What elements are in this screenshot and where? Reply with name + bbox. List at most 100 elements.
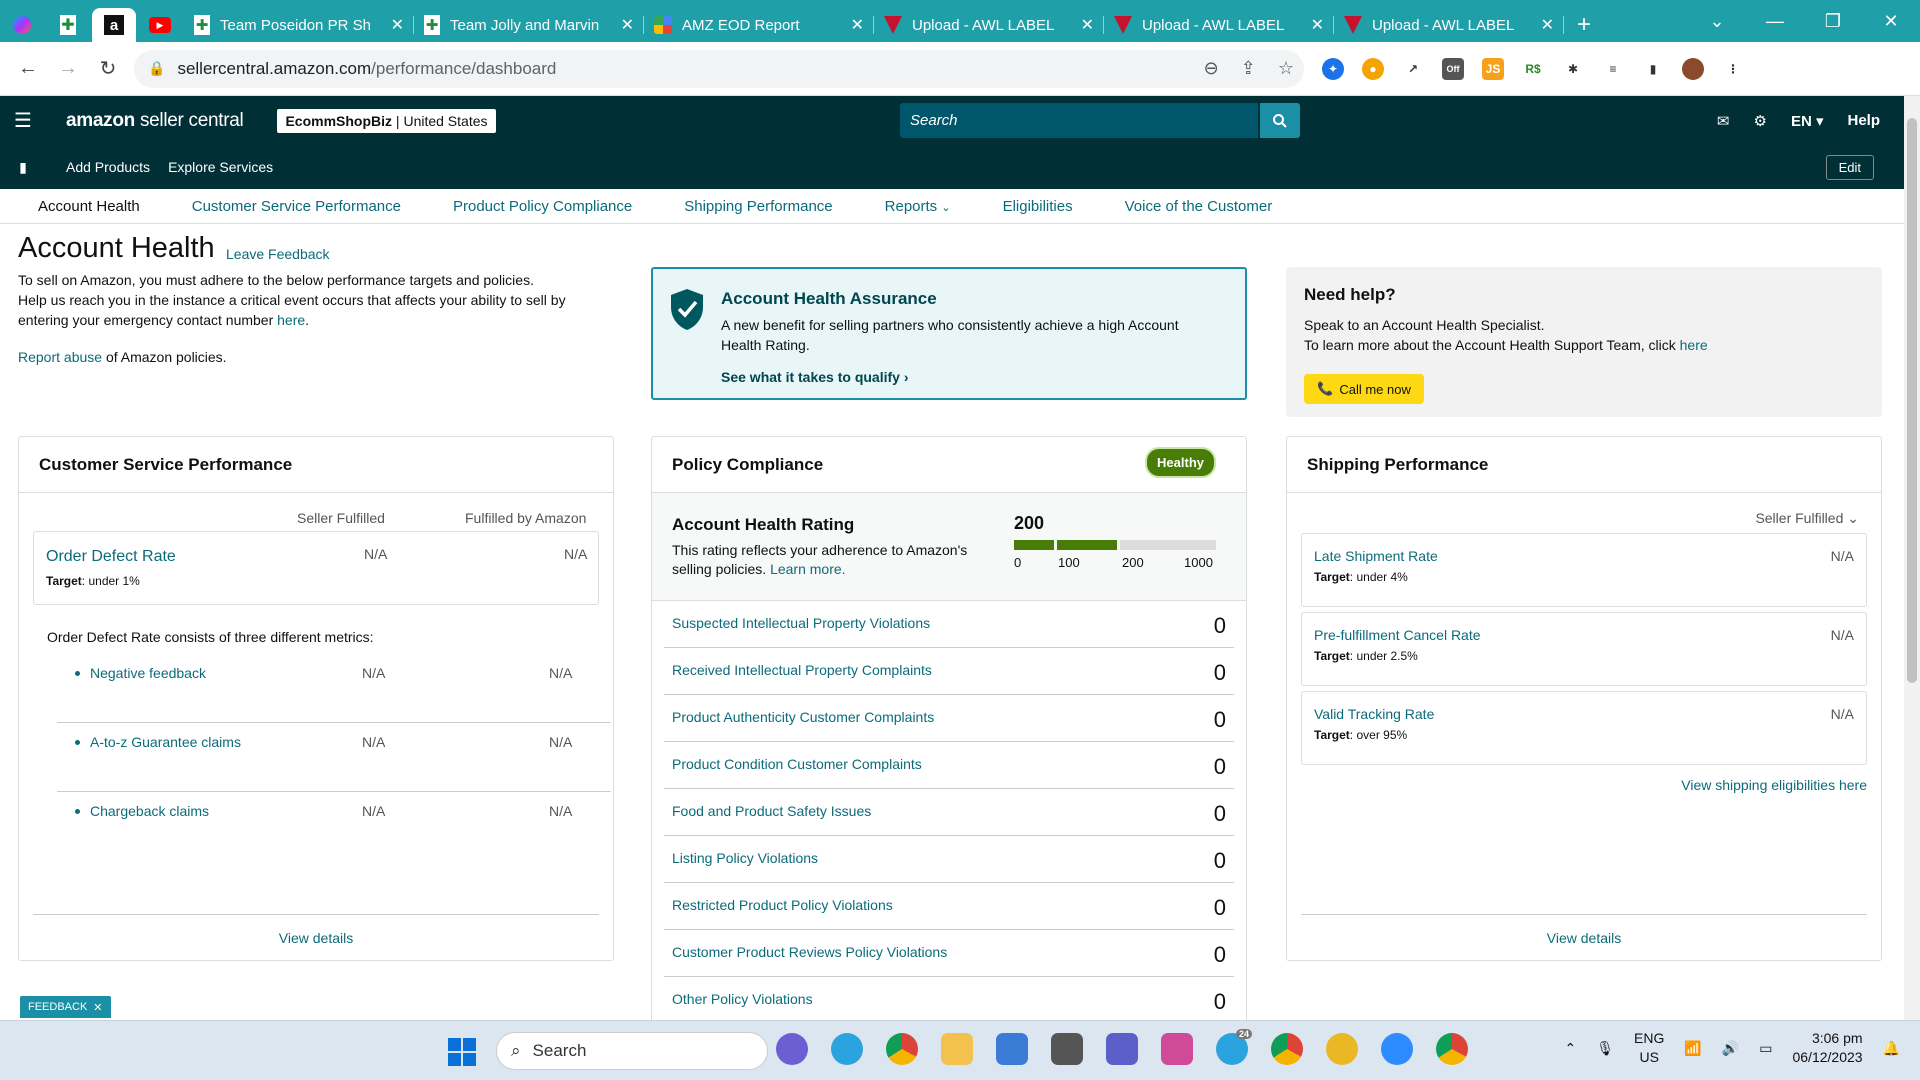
reload-icon[interactable]: ↻ [88, 49, 128, 89]
extension-icon[interactable]: R$ [1522, 58, 1544, 80]
help-link[interactable]: Help [1847, 112, 1880, 129]
support-team-link[interactable]: here [1680, 337, 1708, 353]
tab-eligibilities[interactable]: Eligibilities [1003, 198, 1073, 215]
tab-product-policy-compliance[interactable]: Product Policy Compliance [453, 198, 632, 215]
extension-icon[interactable]: Off [1442, 57, 1464, 80]
app-icon[interactable] [1326, 1033, 1358, 1065]
leave-feedback-link[interactable]: Leave Feedback [226, 246, 330, 262]
browser-tab[interactable]: Upload - AWL LABEL ✕ [1104, 8, 1334, 42]
search-button[interactable] [1260, 103, 1300, 138]
learn-more-link[interactable]: Learn more. [770, 561, 845, 577]
store-selector[interactable]: EcommShopBiz | United States [277, 108, 496, 133]
bookmark-star-icon[interactable]: ☆ [1278, 58, 1294, 79]
clock[interactable]: 3:06 pm 06/12/2023 [1792, 1029, 1862, 1067]
close-tab-icon[interactable]: ✕ [1081, 15, 1094, 35]
sidepanel-icon[interactable]: ▮ [1642, 58, 1664, 80]
battery-icon[interactable]: ▭ [1759, 1040, 1772, 1057]
chrome-icon[interactable] [1436, 1033, 1468, 1065]
cancel-rate-link[interactable]: Pre-fulfillment Cancel Rate [1314, 627, 1481, 643]
policy-link[interactable]: Food and Product Safety Issues [672, 803, 871, 819]
edit-button[interactable]: Edit [1825, 154, 1874, 180]
snipping-tool-icon[interactable] [1161, 1033, 1193, 1065]
tab-customer-service-performance[interactable]: Customer Service Performance [192, 198, 401, 215]
taskbar-search[interactable]: ⌕ Search [496, 1032, 768, 1070]
file-explorer-icon[interactable] [941, 1033, 973, 1065]
notification-bell-icon[interactable]: 🔔 [1883, 1040, 1900, 1057]
tab-reports[interactable]: Reports ⌄ [885, 198, 951, 215]
logo[interactable]: amazon seller central [66, 110, 244, 132]
forward-icon[interactable]: → [48, 49, 88, 89]
report-abuse-link[interactable]: Report abuse [18, 349, 102, 365]
shipping-eligibilities-link[interactable]: View shipping eligibilities here [1681, 777, 1867, 793]
qualify-link[interactable]: See what it takes to qualify › [721, 369, 909, 385]
mail-icon[interactable]: ✉ [1717, 112, 1730, 130]
close-tab-icon[interactable]: ✕ [1311, 15, 1324, 35]
tab-shipping-performance[interactable]: Shipping Performance [684, 198, 832, 215]
emergency-contact-link[interactable]: here [277, 312, 305, 328]
policy-link[interactable]: Listing Policy Violations [672, 850, 818, 866]
order-defect-rate-link[interactable]: Order Defect Rate [46, 548, 176, 566]
zoom-icon[interactable] [1381, 1033, 1413, 1065]
policy-link[interactable]: Customer Product Reviews Policy Violatio… [672, 944, 947, 960]
add-products-link[interactable]: Add Products [66, 159, 150, 175]
extensions-puzzle-icon[interactable]: ✱ [1562, 58, 1584, 80]
calculator-icon[interactable] [1051, 1033, 1083, 1065]
extension-icon[interactable]: ● [1362, 57, 1384, 80]
extension-icon[interactable]: ↗ [1402, 58, 1424, 80]
close-tab-icon[interactable]: ✕ [851, 15, 864, 35]
chargeback-claims-link[interactable]: Chargeback claims [90, 803, 209, 819]
menu-dots-icon[interactable]: ⋮ [1722, 58, 1744, 80]
extension-icon[interactable]: ✦ [1322, 57, 1344, 80]
messenger-tab[interactable] [0, 8, 44, 42]
close-icon[interactable]: ✕ [93, 1001, 102, 1014]
view-details-link[interactable]: View details [1547, 930, 1621, 946]
tab-account-health[interactable]: Account Health [38, 198, 140, 215]
minimize-icon[interactable]: — [1746, 0, 1804, 42]
page-scrollbar[interactable] [1904, 96, 1920, 1020]
wifi-icon[interactable]: 📶 [1684, 1040, 1701, 1057]
browser-tab[interactable]: ✚ Team Poseidon PR Sh ✕ [184, 8, 414, 42]
a-to-z-claims-link[interactable]: A-to-z Guarantee claims [90, 734, 241, 750]
policy-link[interactable]: Product Condition Customer Complaints [672, 756, 922, 772]
microphone-icon[interactable]: 🎙 [1596, 1040, 1614, 1057]
chevron-up-icon[interactable]: ⌃ [1565, 1040, 1577, 1057]
settings-gear-icon[interactable]: ⚙ [1753, 112, 1766, 130]
volume-icon[interactable]: 🔊 [1722, 1040, 1739, 1057]
sheets-tab[interactable]: ✚ [46, 8, 90, 42]
extension-icon[interactable]: JS [1482, 57, 1504, 80]
telegram-icon[interactable]: 24 [1216, 1029, 1252, 1065]
teams-icon[interactable] [1106, 1033, 1138, 1065]
valid-tracking-rate-link[interactable]: Valid Tracking Rate [1314, 706, 1434, 722]
chat-app-icon[interactable] [776, 1033, 808, 1065]
view-details-link[interactable]: View details [279, 930, 353, 946]
browser-tab[interactable]: Upload - AWL LABEL ✕ [1334, 8, 1564, 42]
close-window-icon[interactable]: ✕ [1862, 0, 1920, 42]
explore-services-link[interactable]: Explore Services [168, 159, 273, 175]
fulfillment-select[interactable]: Seller Fulfilled ⌄ [1755, 510, 1859, 527]
negative-feedback-link[interactable]: Negative feedback [90, 665, 206, 681]
back-icon[interactable]: ← [8, 49, 48, 89]
menu-icon[interactable]: ☰ [0, 108, 46, 133]
restore-icon[interactable]: ❐ [1804, 0, 1862, 42]
telegram-icon[interactable] [831, 1033, 863, 1065]
notepad-icon[interactable] [996, 1033, 1028, 1065]
feedback-button[interactable]: FEEDBACK ✕ [20, 996, 111, 1018]
policy-link[interactable]: Restricted Product Policy Violations [672, 897, 893, 913]
policy-link[interactable]: Received Intellectual Property Complaint… [672, 662, 932, 678]
amazon-tab-active[interactable]: a [92, 8, 136, 42]
policy-link[interactable]: Suspected Intellectual Property Violatio… [672, 615, 930, 631]
media-icon[interactable]: ≡ [1602, 58, 1624, 80]
close-tab-icon[interactable]: ✕ [621, 15, 634, 35]
scrollbar-thumb[interactable] [1907, 118, 1917, 683]
url-field[interactable]: 🔒 sellercentral.amazon.com/performance/d… [134, 49, 1304, 88]
late-shipment-rate-link[interactable]: Late Shipment Rate [1314, 548, 1438, 564]
language-selector[interactable]: EN ▾ [1791, 112, 1824, 130]
tab-search-icon[interactable]: ⌄ [1688, 0, 1746, 42]
language-indicator[interactable]: ENG US [1634, 1029, 1664, 1067]
browser-tab[interactable]: AMZ EOD Report ✕ [644, 8, 874, 42]
chrome-icon[interactable] [886, 1033, 918, 1065]
windows-start-icon[interactable] [447, 1037, 477, 1067]
policy-link[interactable]: Other Policy Violations [672, 991, 813, 1007]
browser-tab[interactable]: ✚ Team Jolly and Marvin ✕ [414, 8, 644, 42]
search-input[interactable]: Search [900, 103, 1258, 138]
